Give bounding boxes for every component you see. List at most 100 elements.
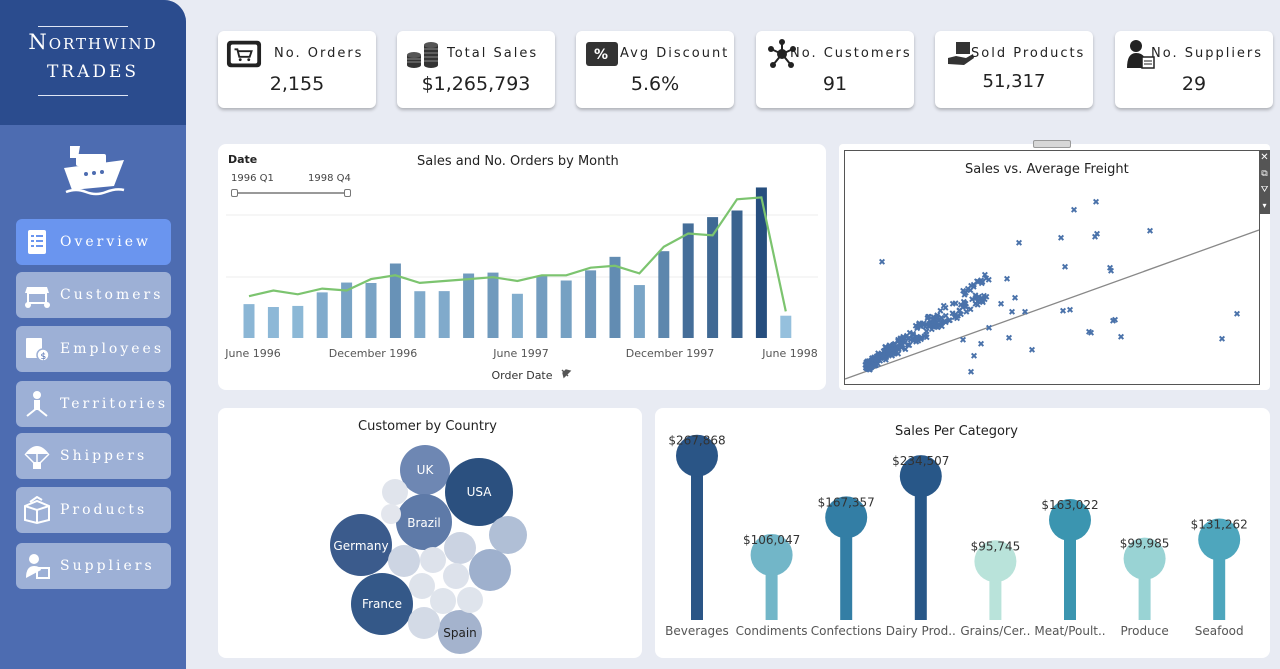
scatter-mark[interactable]: ✖ — [997, 300, 1005, 310]
scatter-mark[interactable]: ✖ — [1218, 335, 1226, 345]
scatter-mark[interactable]: ✖ — [1011, 294, 1019, 304]
nav-customers[interactable]: Customers — [16, 272, 171, 318]
scatter-mark[interactable]: ✖ — [979, 298, 987, 308]
country-bubble[interactable] — [409, 573, 435, 599]
scatter-mark[interactable]: ✖ — [1085, 328, 1093, 338]
pin-icon[interactable] — [561, 369, 572, 379]
scatter-mark[interactable]: ✖ — [1107, 267, 1115, 277]
logo-rule-bottom — [38, 95, 128, 96]
scatter-mark[interactable]: ✖ — [1111, 316, 1119, 326]
category-label: Produce — [1120, 624, 1168, 638]
scatter-mark[interactable]: ✖ — [906, 329, 914, 339]
sales-bar[interactable] — [414, 291, 426, 338]
scatter-mark[interactable]: ✖ — [1233, 310, 1241, 320]
percent-icon: % — [584, 39, 620, 69]
scatter-mark[interactable]: ✖ — [985, 324, 993, 334]
scatter-mark[interactable]: ✖ — [1092, 198, 1100, 208]
sales-bar[interactable] — [585, 270, 597, 338]
sales-bar[interactable] — [609, 256, 621, 338]
scatter-mark[interactable]: ✖ — [978, 280, 986, 290]
kpi-value: 2,155 — [269, 73, 325, 95]
scatter-mark[interactable]: ✖ — [1146, 227, 1154, 237]
country-bubble[interactable] — [443, 563, 469, 589]
kpi-label: No. Orders — [274, 46, 364, 61]
sales-bar[interactable] — [463, 273, 475, 338]
nav-overview[interactable]: Overview — [16, 219, 171, 265]
scatter-mark[interactable]: ✖ — [1117, 333, 1125, 343]
scatter-mark[interactable]: ✖ — [970, 352, 978, 362]
bubble-label-germany: Germany — [333, 539, 388, 553]
scatter-mark[interactable]: ✖ — [1070, 206, 1078, 216]
scatter-mark[interactable]: ✖ — [945, 316, 953, 326]
scatter-mark[interactable]: ✖ — [868, 363, 876, 373]
scatter-mark[interactable]: ✖ — [1061, 263, 1069, 273]
sales-bar[interactable] — [243, 304, 255, 338]
lollipop-stem[interactable] — [914, 476, 927, 620]
scatter-mark[interactable]: ✖ — [1005, 334, 1013, 344]
sales-bar[interactable] — [658, 251, 670, 338]
scatter-mark[interactable]: ✖ — [954, 312, 962, 322]
nav-label: Overview — [60, 234, 152, 250]
sales-bar[interactable] — [511, 293, 523, 338]
country-bubble[interactable] — [408, 607, 440, 639]
scatter-mark[interactable]: ✖ — [967, 368, 975, 378]
scatter-mark[interactable]: ✖ — [914, 336, 922, 346]
scatter-mark[interactable]: ✖ — [1066, 306, 1074, 316]
sales-bar[interactable] — [731, 210, 743, 338]
scatter-mark[interactable]: ✖ — [879, 353, 887, 363]
country-bubble[interactable] — [381, 504, 401, 524]
country-bubble[interactable] — [430, 588, 456, 614]
lollipop-stem[interactable] — [691, 455, 703, 620]
value-label: $106,047 — [743, 533, 800, 547]
country-bubble[interactable] — [457, 587, 483, 613]
scatter-mark[interactable]: ✖ — [977, 340, 985, 350]
scatter-mark[interactable]: ✖ — [1057, 234, 1065, 244]
value-label: $131,262 — [1191, 517, 1248, 531]
scatter-mark[interactable]: ✖ — [1003, 275, 1011, 285]
sales-bar[interactable] — [682, 223, 694, 338]
nav-label: Suppliers — [60, 558, 155, 574]
sales-bar[interactable] — [316, 292, 328, 338]
country-bubble[interactable] — [382, 479, 408, 505]
scatter-mark[interactable]: ✖ — [963, 308, 971, 318]
scatter-mark[interactable]: ✖ — [959, 336, 967, 346]
sales-bar[interactable] — [633, 285, 645, 338]
scatter-mark[interactable]: ✖ — [1008, 308, 1016, 318]
scatter-mark[interactable]: ✖ — [914, 323, 922, 333]
scatter-mark[interactable]: ✖ — [878, 258, 886, 268]
scatter-mark[interactable]: ✖ — [1091, 233, 1099, 243]
sales-bar[interactable] — [487, 272, 499, 338]
scatter-mark[interactable]: ✖ — [1028, 346, 1036, 356]
sales-bar[interactable] — [292, 305, 304, 338]
scatter-mark[interactable]: ✖ — [899, 341, 907, 351]
country-bubble[interactable] — [489, 516, 527, 554]
sales-bar[interactable] — [536, 275, 548, 338]
nav-suppliers[interactable]: Suppliers — [16, 543, 171, 589]
scatter-mark[interactable]: ✖ — [959, 287, 967, 297]
sales-bar[interactable] — [365, 282, 377, 338]
country-bubble[interactable] — [469, 549, 511, 591]
scatter-mark[interactable]: ✖ — [1021, 308, 1029, 318]
brand-name: Northwind — [28, 30, 158, 54]
nav-shippers[interactable]: Shippers — [16, 433, 171, 479]
sales-bar[interactable] — [560, 280, 572, 338]
nav-products[interactable]: Products — [16, 487, 171, 533]
scatter-mark[interactable]: ✖ — [952, 300, 960, 310]
scatter-mark[interactable]: ✖ — [930, 317, 938, 327]
sales-bar[interactable] — [267, 307, 279, 338]
scatter-mark[interactable]: ✖ — [1015, 239, 1023, 249]
x-tick: June 1998 — [761, 347, 817, 360]
nav-territories[interactable]: Territories — [16, 381, 171, 427]
scatter-mark[interactable]: ✖ — [940, 302, 948, 312]
sales-bar[interactable] — [780, 315, 792, 338]
sales-bar[interactable] — [755, 187, 767, 338]
bubble-label-uk: UK — [417, 463, 435, 477]
svg-text:$: $ — [41, 352, 47, 362]
country-bubble[interactable] — [444, 532, 476, 564]
nav-employees[interactable]: $ Employees — [16, 326, 171, 372]
country-bubble[interactable] — [388, 545, 420, 577]
country-bubble[interactable] — [420, 547, 446, 573]
bubble-label-usa: USA — [467, 485, 493, 499]
scatter-mark[interactable]: ✖ — [967, 286, 975, 296]
sales-bar[interactable] — [438, 291, 450, 338]
